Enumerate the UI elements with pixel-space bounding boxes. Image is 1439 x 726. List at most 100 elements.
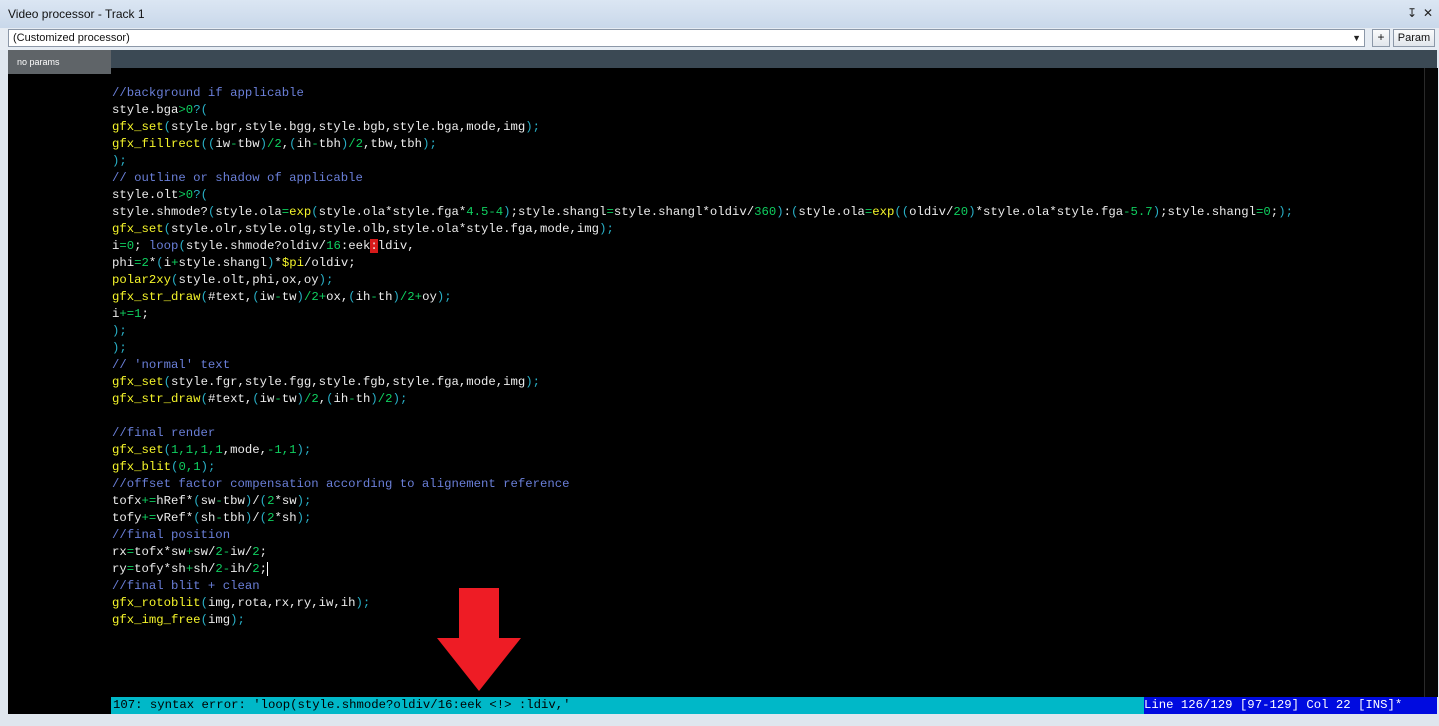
- code-token: *: [274, 256, 282, 270]
- code-token: ih/: [230, 562, 253, 576]
- code-token: 2-: [215, 545, 231, 559]
- code-token: //offset factor compensation according t…: [112, 477, 570, 491]
- code-token: -5.7: [1123, 205, 1153, 219]
- code-token: ox,: [326, 290, 349, 304]
- code-token: img,rota,rx,ry,iw,ih: [207, 596, 356, 610]
- code-token: );: [355, 596, 371, 610]
- code-token: -: [274, 392, 282, 406]
- code-token: tbh: [318, 137, 341, 151]
- code-token: th: [355, 392, 371, 406]
- code-token: >0: [178, 188, 194, 202]
- code-line: style.olt>0?(: [112, 187, 208, 204]
- code-token: 2: [252, 562, 260, 576]
- code-token: ): [370, 392, 378, 406]
- code-token: (: [200, 290, 208, 304]
- code-token: ;style.shangl: [1160, 205, 1257, 219]
- window-bottom-border: [0, 714, 1439, 726]
- error-marker: :: [370, 239, 378, 253]
- code-token: tbw: [237, 137, 260, 151]
- code-token: ): [296, 392, 304, 406]
- code-line: gfx_fillrect((iw-tbw)/2,(ih-tbh)/2,tbw,t…: [112, 136, 437, 153]
- close-icon[interactable]: ✕: [1421, 6, 1435, 20]
- code-token: gfx_str_draw: [112, 392, 201, 406]
- code-token: oldiv/: [909, 205, 954, 219]
- code-token: 0,1: [178, 460, 201, 474]
- code-token: iw: [215, 137, 231, 151]
- code-token: style.shmode?oldiv/: [185, 239, 327, 253]
- code-token: ih: [355, 290, 371, 304]
- code-token: (: [156, 256, 164, 270]
- code-token: -: [370, 290, 378, 304]
- code-token: loop: [148, 239, 179, 253]
- code-token: ih: [333, 392, 349, 406]
- code-token: ((: [200, 137, 216, 151]
- code-token: );: [230, 613, 245, 627]
- code-line: // outline or shadow of applicable: [112, 170, 363, 187]
- code-token: style.ola: [215, 205, 282, 219]
- code-token: (: [193, 494, 201, 508]
- code-line: gfx_img_free(img);: [112, 612, 245, 629]
- code-token: 2-: [215, 562, 231, 576]
- code-token: (: [200, 596, 208, 610]
- code-token: (: [163, 375, 172, 389]
- pin-icon[interactable]: ↧: [1405, 6, 1419, 20]
- code-token: +=1: [119, 307, 142, 321]
- code-token: oy: [422, 290, 437, 304]
- code-token: );: [436, 290, 452, 304]
- add-button[interactable]: +: [1372, 29, 1390, 47]
- code-token: 16: [326, 239, 341, 253]
- code-token: style.ola*style.fga*: [318, 205, 467, 219]
- code-token: );: [296, 511, 312, 525]
- code-token: ;: [259, 562, 268, 576]
- chevron-down-icon: ▼: [1352, 33, 1361, 43]
- code-token: *style.ola*style.fga: [975, 205, 1124, 219]
- code-token: ): [259, 137, 268, 151]
- code-token: style.olr,style.olg,style.olb,style.ola*…: [171, 222, 600, 236]
- code-token: ): [503, 205, 511, 219]
- code-token: ): [968, 205, 976, 219]
- code-token: /: [252, 494, 260, 508]
- code-token: //final position: [112, 528, 231, 542]
- code-token: i: [163, 256, 172, 270]
- code-editor[interactable]: //background if applicable style.bga>0?(g…: [111, 68, 1424, 697]
- code-token: //final blit + clean: [112, 579, 260, 593]
- code-token: (: [348, 290, 356, 304]
- code-token: sh: [200, 511, 216, 525]
- code-token: iw: [259, 290, 275, 304]
- editor-scrollbar[interactable]: [1424, 68, 1438, 697]
- code-token: -: [215, 511, 223, 525]
- code-token: ): [296, 290, 304, 304]
- code-token: vRef*: [156, 511, 194, 525]
- code-token: ,: [318, 392, 327, 406]
- code-token: gfx_set: [112, 120, 164, 134]
- code-line: gfx_set(style.bgr,style.bgg,style.bgb,st…: [112, 119, 540, 136]
- code-token: ;: [134, 239, 149, 253]
- code-token: #text,: [207, 290, 253, 304]
- code-token: (: [289, 137, 297, 151]
- code-token: ?(: [193, 103, 208, 117]
- code-token: 20: [953, 205, 969, 219]
- code-token: );: [318, 273, 334, 287]
- sidebar-item-no-params[interactable]: no params: [8, 50, 111, 74]
- code-line: i=0; loop(style.shmode?oldiv/16:eek:ldiv…: [112, 238, 415, 255]
- code-token: 1,1,1,1: [171, 443, 223, 457]
- code-line: //background if applicable: [112, 85, 304, 102]
- code-token: ;: [141, 307, 149, 321]
- processor-select[interactable]: (Customized processor) ▼: [8, 29, 1365, 47]
- code-token: style.shangl*oldiv/: [613, 205, 755, 219]
- code-token: -: [274, 290, 282, 304]
- code-token: *sh: [274, 511, 297, 525]
- code-token: rx: [112, 545, 127, 559]
- param-button[interactable]: Param: [1393, 29, 1435, 47]
- code-token: tw: [281, 392, 297, 406]
- code-line: gfx_str_draw(#text,(iw-tw)/2+ox,(ih-th)/…: [112, 289, 452, 306]
- code-line: gfx_rotoblit(img,rota,rx,ry,iw,ih);: [112, 595, 370, 612]
- code-line: );: [112, 153, 127, 170]
- code-token: (: [178, 239, 186, 253]
- code-token: style.olt,phi,ox,oy: [178, 273, 319, 287]
- code-line: gfx_blit(0,1);: [112, 459, 215, 476]
- code-token: (: [252, 290, 260, 304]
- red-arrow-icon: [437, 588, 521, 691]
- code-token: );: [296, 443, 312, 457]
- code-token: ,tbw,tbh: [363, 137, 423, 151]
